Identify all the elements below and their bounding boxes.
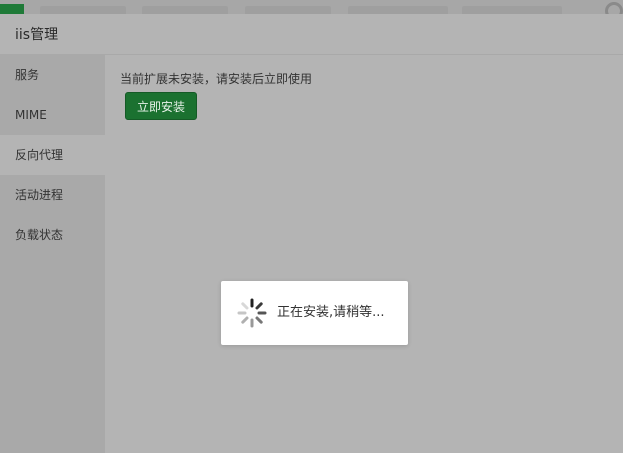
sidebar: 服务 MIME 反向代理 活动进程 负载状态 [0,55,105,453]
sidebar-item-active-processes[interactable]: 活动进程 [0,175,105,215]
sidebar-item-load-status[interactable]: 负载状态 [0,215,105,255]
main-content: 当前扩展未安装，请安装后立即使用 立即安装 [120,69,623,120]
background-window-strip [0,0,623,14]
background-green-tab [0,4,24,14]
sidebar-item-mime[interactable]: MIME [0,95,105,135]
background-tab [348,6,448,14]
loading-text: 正在安装,请稍等... [277,305,385,320]
loading-dialog: 正在安装,请稍等... [221,281,408,345]
not-installed-notice: 当前扩展未安装，请安装后立即使用 [120,72,313,86]
sidebar-item-service[interactable]: 服务 [0,55,105,95]
background-tab [245,6,331,14]
sidebar-item-reverse-proxy[interactable]: 反向代理 [0,135,105,175]
dialog-title: iis管理 [0,14,623,55]
install-button[interactable]: 立即安装 [125,92,198,120]
spinner-icon [237,298,267,328]
close-ring-icon[interactable] [605,2,623,14]
iis-manager-dialog: iis管理 服务 MIME 反向代理 活动进程 负载状态 当前扩展未安装，请安装… [0,14,623,453]
background-tab [462,6,562,14]
background-tab [40,6,126,14]
background-tab [142,6,228,14]
